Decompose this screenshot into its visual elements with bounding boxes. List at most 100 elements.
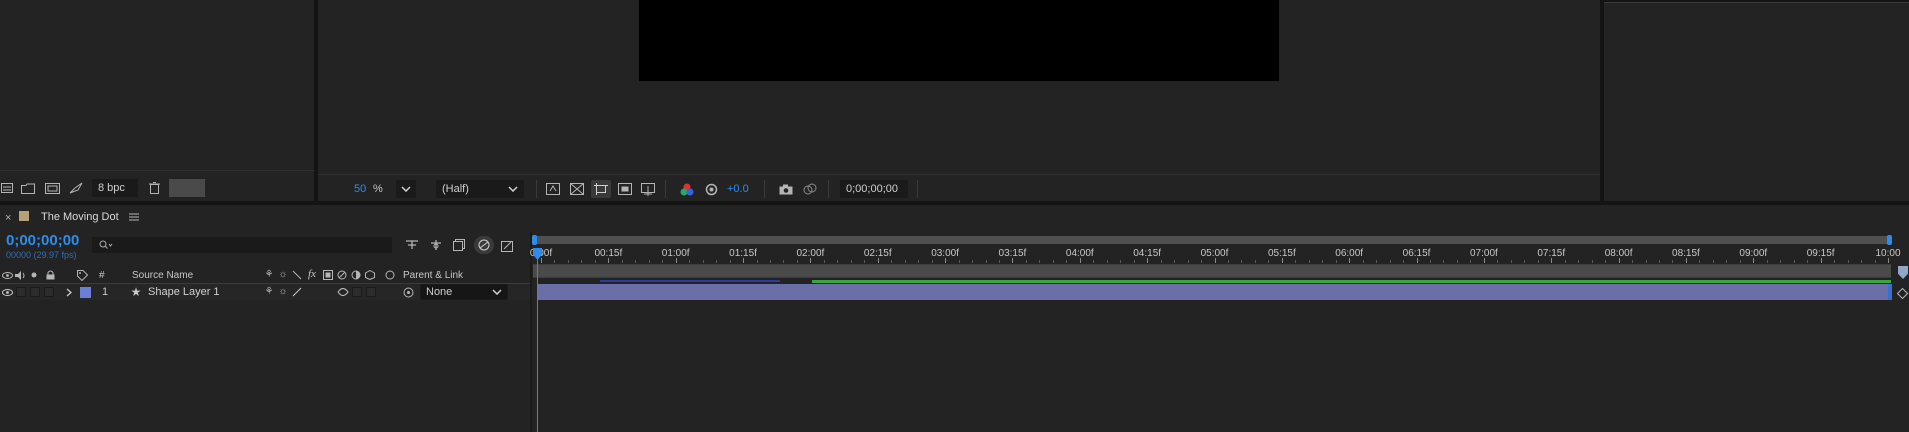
ruler-minor-tick bbox=[1456, 260, 1458, 263]
snapshot-camera-icon[interactable] bbox=[778, 182, 794, 196]
toolbar-separator bbox=[917, 180, 918, 198]
resolution-dropdown[interactable]: (Half) bbox=[436, 180, 524, 198]
ruler-minor-tick bbox=[1376, 260, 1378, 263]
layer-search-input[interactable] bbox=[92, 237, 392, 253]
layer-audio-switch[interactable] bbox=[16, 287, 26, 297]
ruler-minor-tick bbox=[998, 260, 1000, 263]
ruler-minor-tick bbox=[702, 260, 704, 263]
composition-tab-title[interactable]: The Moving Dot bbox=[41, 212, 119, 223]
navigator-start-handle[interactable] bbox=[532, 235, 537, 245]
ruler-minor-tick bbox=[1780, 260, 1782, 263]
ruler-minor-tick bbox=[1295, 260, 1297, 263]
new-composition-icon[interactable] bbox=[44, 181, 60, 195]
new-folder-icon[interactable] bbox=[20, 181, 36, 195]
navigator-bar[interactable] bbox=[533, 236, 1891, 244]
ruler-major-tick bbox=[1147, 258, 1149, 263]
layer-collapse-switch-icon[interactable]: ☼ bbox=[277, 286, 289, 298]
layer-bar-end-marker[interactable] bbox=[1888, 284, 1892, 300]
column-header-source-name[interactable]: Source Name bbox=[132, 271, 193, 281]
exposure-value[interactable]: +0.0 bbox=[727, 184, 749, 195]
layer-visibility-eye-icon[interactable] bbox=[1, 287, 13, 297]
ruler-major-tick bbox=[1753, 258, 1755, 263]
chevron-down-icon bbox=[508, 186, 518, 192]
ruler-minor-tick bbox=[1430, 260, 1432, 263]
ruler-minor-tick bbox=[931, 260, 933, 263]
transparency-grid-icon[interactable] bbox=[569, 182, 585, 196]
layer-solo-switch[interactable] bbox=[30, 287, 40, 297]
render-icon[interactable] bbox=[68, 181, 84, 195]
reset-exposure-icon[interactable] bbox=[703, 182, 719, 196]
ruler-major-tick bbox=[1214, 258, 1216, 263]
panel-menu-icon[interactable] bbox=[128, 211, 140, 223]
layer-label-color[interactable] bbox=[80, 287, 91, 298]
channel-rgb-icon[interactable] bbox=[679, 182, 695, 196]
layer-name[interactable]: Shape Layer 1 bbox=[148, 287, 220, 298]
interpret-footage-icon[interactable] bbox=[0, 181, 14, 195]
ruler-minor-tick bbox=[1564, 260, 1566, 263]
current-time[interactable]: 0;00;00;00 bbox=[6, 233, 79, 248]
parent-pickwhip-header-icon bbox=[384, 269, 396, 281]
parent-pickwhip-icon[interactable] bbox=[402, 286, 414, 298]
partial-cache-indicator bbox=[600, 280, 780, 282]
cache-indicator bbox=[812, 280, 1891, 283]
keyframe-navigator-icon[interactable] bbox=[1896, 287, 1908, 299]
layer-adjustment-switch[interactable] bbox=[352, 287, 362, 297]
ruler-major-tick bbox=[1888, 258, 1889, 263]
ruler-major-tick bbox=[1012, 258, 1014, 263]
parent-dropdown[interactable]: None bbox=[420, 284, 508, 300]
ruler-minor-tick bbox=[823, 260, 825, 263]
ruler-minor-tick bbox=[1322, 260, 1324, 263]
ruler-minor-tick bbox=[1403, 260, 1405, 263]
layer-3d-switch[interactable] bbox=[366, 287, 376, 297]
3d-layer-header-icon bbox=[364, 269, 376, 281]
ruler-major-tick bbox=[675, 258, 677, 263]
timeline-pane-divider[interactable] bbox=[530, 232, 532, 432]
ruler-minor-tick bbox=[648, 260, 650, 263]
ruler-minor-tick bbox=[1268, 260, 1270, 263]
layer-duration-bar[interactable] bbox=[537, 284, 1891, 300]
layer-quality-switch-icon[interactable] bbox=[291, 286, 303, 298]
zoom-dropdown[interactable] bbox=[396, 180, 416, 198]
toolbar-separator bbox=[828, 180, 829, 198]
composition-mini-flowchart-icon[interactable] bbox=[404, 238, 420, 252]
ruler-minor-tick bbox=[904, 260, 906, 263]
expand-layer-chevron-icon[interactable] bbox=[64, 287, 74, 297]
ruler-minor-tick bbox=[1335, 260, 1337, 263]
ruler-minor-tick bbox=[554, 260, 556, 263]
close-tab-icon[interactable]: × bbox=[5, 213, 11, 224]
ruler-minor-tick bbox=[1645, 260, 1647, 263]
hide-shy-layers-icon[interactable] bbox=[452, 238, 468, 252]
column-header-parent-link[interactable]: Parent & Link bbox=[403, 271, 463, 281]
video-visibility-header-icon bbox=[1, 270, 13, 280]
right-info-panel bbox=[1604, 2, 1909, 201]
lock-header-icon bbox=[44, 269, 56, 281]
layer-number: 1 bbox=[102, 286, 109, 298]
ruler-major-tick bbox=[945, 258, 947, 263]
chevron-down-icon bbox=[492, 289, 502, 295]
layer-lock-switch[interactable] bbox=[44, 287, 54, 297]
draft-3d-icon[interactable] bbox=[428, 238, 444, 252]
layer-shy-switch-icon[interactable]: ⚘ bbox=[263, 286, 275, 298]
current-time-display[interactable]: 0;00;00;00 bbox=[840, 180, 908, 198]
grid-guides-icon[interactable] bbox=[640, 182, 656, 196]
ruler-minor-tick bbox=[1160, 260, 1162, 263]
navigator-end-handle[interactable] bbox=[1887, 235, 1892, 245]
color-swatch[interactable] bbox=[169, 179, 205, 197]
ruler-minor-tick bbox=[1227, 260, 1229, 263]
fast-previews-icon[interactable] bbox=[545, 182, 561, 196]
bpc-button[interactable]: 8 bpc bbox=[92, 179, 138, 197]
ruler-minor-tick bbox=[837, 260, 839, 263]
ruler-minor-tick bbox=[1712, 260, 1714, 263]
motion-blur-icon[interactable] bbox=[500, 238, 516, 252]
region-of-interest-icon[interactable] bbox=[591, 180, 611, 198]
frame-blending-icon[interactable] bbox=[474, 236, 494, 254]
show-snapshot-icon[interactable] bbox=[802, 182, 818, 196]
trash-icon[interactable] bbox=[147, 181, 161, 195]
ruler-minor-tick bbox=[769, 260, 771, 263]
mask-path-visibility-icon[interactable] bbox=[617, 182, 633, 196]
layer-motion-blur-switch-icon[interactable] bbox=[336, 286, 350, 298]
ruler-major-tick bbox=[541, 258, 542, 263]
zoom-value[interactable]: 50 bbox=[354, 184, 366, 195]
ruler-major-tick bbox=[1349, 258, 1351, 263]
current-time-indicator-line[interactable] bbox=[537, 252, 538, 432]
